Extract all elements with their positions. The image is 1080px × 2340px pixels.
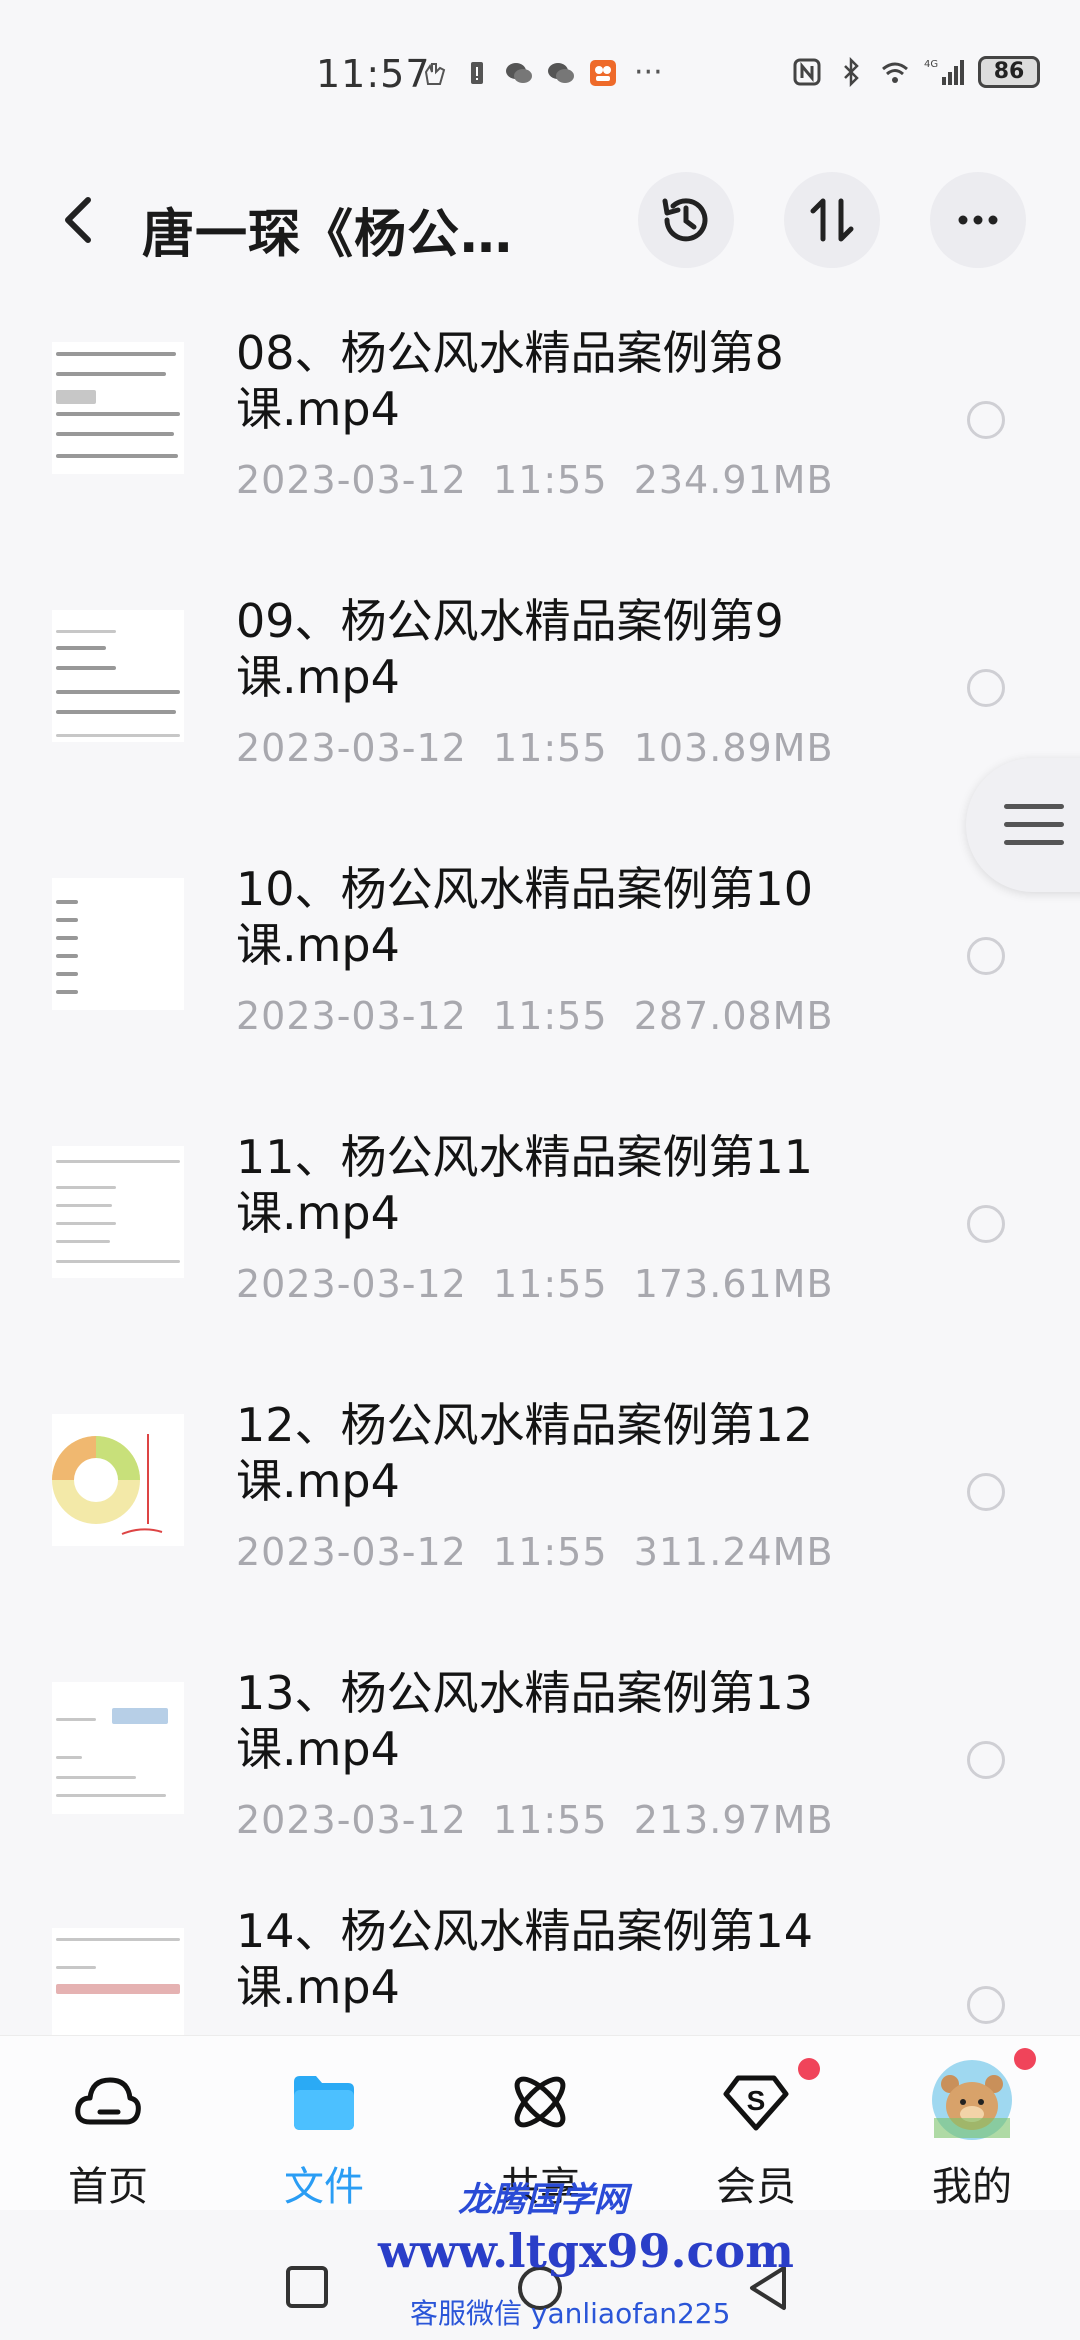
wifi-icon (882, 62, 908, 83)
file-list: 08、杨公风水精品案例第8课.mp4 2023-03-12 11:55 234.… (0, 300, 1080, 2035)
file-size: 311.24MB (633, 1530, 834, 1574)
file-row[interactable]: 11、杨公风水精品案例第11课.mp4 2023-03-12 11:55 173… (0, 1104, 1080, 1372)
file-name: 13、杨公风水精品案例第13课.mp4 (236, 1666, 814, 1776)
battery-indicator: 86 (978, 56, 1040, 88)
file-date: 2023-03-12 (236, 726, 467, 770)
more-button[interactable] (930, 172, 1026, 268)
nav-home[interactable]: 首页 (0, 2036, 216, 2211)
nav-label: 我的 (932, 2164, 1012, 2210)
file-meta: 2023-03-12 11:55 311.24MB (236, 1530, 834, 1574)
sort-icon (810, 198, 854, 242)
file-meta: 2023-03-12 11:55 234.91MB (236, 458, 834, 502)
top-app-bar: 唐一琛《杨公… (0, 160, 1080, 280)
file-row[interactable]: 12、杨公风水精品案例第12课.mp4 2023-03-12 11:55 311… (0, 1372, 1080, 1640)
compass-chart-image (52, 1434, 163, 1535)
file-row[interactable]: 09、杨公风水精品案例第9课.mp4 2023-03-12 11:55 103.… (0, 568, 1080, 836)
file-row[interactable]: 14、杨公风水精品案例第14课.mp4 (0, 1904, 1080, 2035)
nav-label: 首页 (68, 2164, 148, 2210)
svg-text:S: S (747, 2085, 766, 2116)
nav-label: 文件 (284, 2164, 364, 2210)
file-time: 11:55 (493, 994, 608, 1038)
signal-icon: 4G (924, 59, 964, 85)
bluetooth-icon (844, 57, 859, 87)
file-time: 11:55 (493, 726, 608, 770)
file-size: 173.61MB (633, 1262, 834, 1306)
file-size: 213.97MB (633, 1798, 834, 1842)
file-row[interactable]: 08、杨公风水精品案例第8课.mp4 2023-03-12 11:55 234.… (0, 300, 1080, 568)
file-name: 08、杨公风水精品案例第8课.mp4 (236, 326, 784, 436)
file-time: 11:55 (493, 1798, 608, 1842)
video-thumbnail (52, 610, 184, 742)
file-meta: 2023-03-12 11:55 287.08MB (236, 994, 834, 1038)
file-date: 2023-03-12 (236, 994, 467, 1038)
file-size: 287.08MB (633, 994, 834, 1038)
file-row[interactable]: 10、杨公风水精品案例第10课.mp4 2023-03-12 11:55 287… (0, 836, 1080, 1104)
watermark-url: www.ltgx99.com (378, 2224, 794, 2278)
system-status-icons: 4G 86 (792, 56, 1040, 88)
history-button[interactable] (638, 172, 734, 268)
select-radio[interactable] (967, 1741, 1005, 1779)
video-thumbnail (52, 1682, 184, 1814)
avatar-icon (932, 2060, 1012, 2140)
video-thumbnail (52, 1928, 184, 2035)
notification-icons: ··· (420, 58, 663, 88)
watermark-site-name: 龙腾国学网 (458, 2180, 628, 2220)
file-row[interactable]: 13、杨公风水精品案例第13课.mp4 2023-03-12 11:55 213… (0, 1640, 1080, 1908)
battery-alert-icon (471, 62, 483, 84)
select-radio[interactable] (967, 1205, 1005, 1243)
file-meta: 2023-03-12 11:55 213.97MB (236, 1798, 834, 1842)
video-thumbnail (52, 878, 184, 1010)
back-arrow-icon[interactable] (50, 188, 110, 252)
file-meta: 2023-03-12 11:55 103.89MB (236, 726, 834, 770)
file-size: 234.91MB (633, 458, 834, 502)
nav-profile[interactable]: 我的 (864, 2036, 1080, 2211)
nfc-icon (793, 58, 821, 86)
status-bar: 11:57 ··· 4G 86 (0, 0, 1080, 150)
file-date: 2023-03-12 (236, 1530, 467, 1574)
file-name: 12、杨公风水精品案例第12课.mp4 (236, 1398, 814, 1508)
video-thumbnail (52, 342, 184, 474)
wechat-icon (506, 63, 532, 83)
file-date: 2023-03-12 (236, 1262, 467, 1306)
history-icon (662, 198, 708, 242)
select-radio[interactable] (967, 1473, 1005, 1511)
file-date: 2023-03-12 (236, 458, 467, 502)
hand-icon (424, 63, 446, 85)
more-notifications-icon: ··· (634, 55, 663, 90)
file-time: 11:55 (493, 458, 608, 502)
folder-icon (294, 2076, 354, 2130)
select-radio[interactable] (967, 937, 1005, 975)
notification-dot (1014, 2048, 1036, 2070)
atom-icon (514, 2076, 566, 2128)
watermark-contact: 客服微信 yanliaofan225 (410, 2297, 731, 2330)
vip-icon: S (723, 2075, 789, 2131)
nav-label: 会员 (716, 2164, 796, 2210)
notification-dot (798, 2058, 820, 2080)
cloud-icon (75, 2077, 141, 2125)
more-dots-icon (958, 215, 998, 225)
file-size: 103.89MB (633, 726, 834, 770)
app-badge-icon (590, 60, 616, 86)
file-name: 14、杨公风水精品案例第14课.mp4 (236, 1904, 814, 2014)
sort-button[interactable] (784, 172, 880, 268)
video-thumbnail (52, 1146, 184, 1278)
page-title: 唐一琛《杨公… (142, 205, 514, 265)
file-time: 11:55 (493, 1262, 608, 1306)
file-date: 2023-03-12 (236, 1798, 467, 1842)
wechat-icon-2 (548, 63, 574, 83)
recents-square-icon[interactable] (284, 2264, 330, 2310)
nav-vip[interactable]: S 会员 (648, 2036, 864, 2211)
file-time: 11:55 (493, 1530, 608, 1574)
status-time: 11:57 (316, 52, 431, 96)
file-meta: 2023-03-12 11:55 173.61MB (236, 1262, 834, 1306)
file-name: 10、杨公风水精品案例第10课.mp4 (236, 862, 814, 972)
video-thumbnail (52, 1414, 184, 1546)
select-radio[interactable] (967, 1986, 1005, 2024)
file-name: 09、杨公风水精品案例第9课.mp4 (236, 594, 784, 704)
svg-text:4G: 4G (924, 59, 938, 70)
file-name: 11、杨公风水精品案例第11课.mp4 (236, 1130, 814, 1240)
nav-files[interactable]: 文件 (216, 2036, 432, 2211)
select-radio[interactable] (967, 669, 1005, 707)
select-radio[interactable] (967, 401, 1005, 439)
